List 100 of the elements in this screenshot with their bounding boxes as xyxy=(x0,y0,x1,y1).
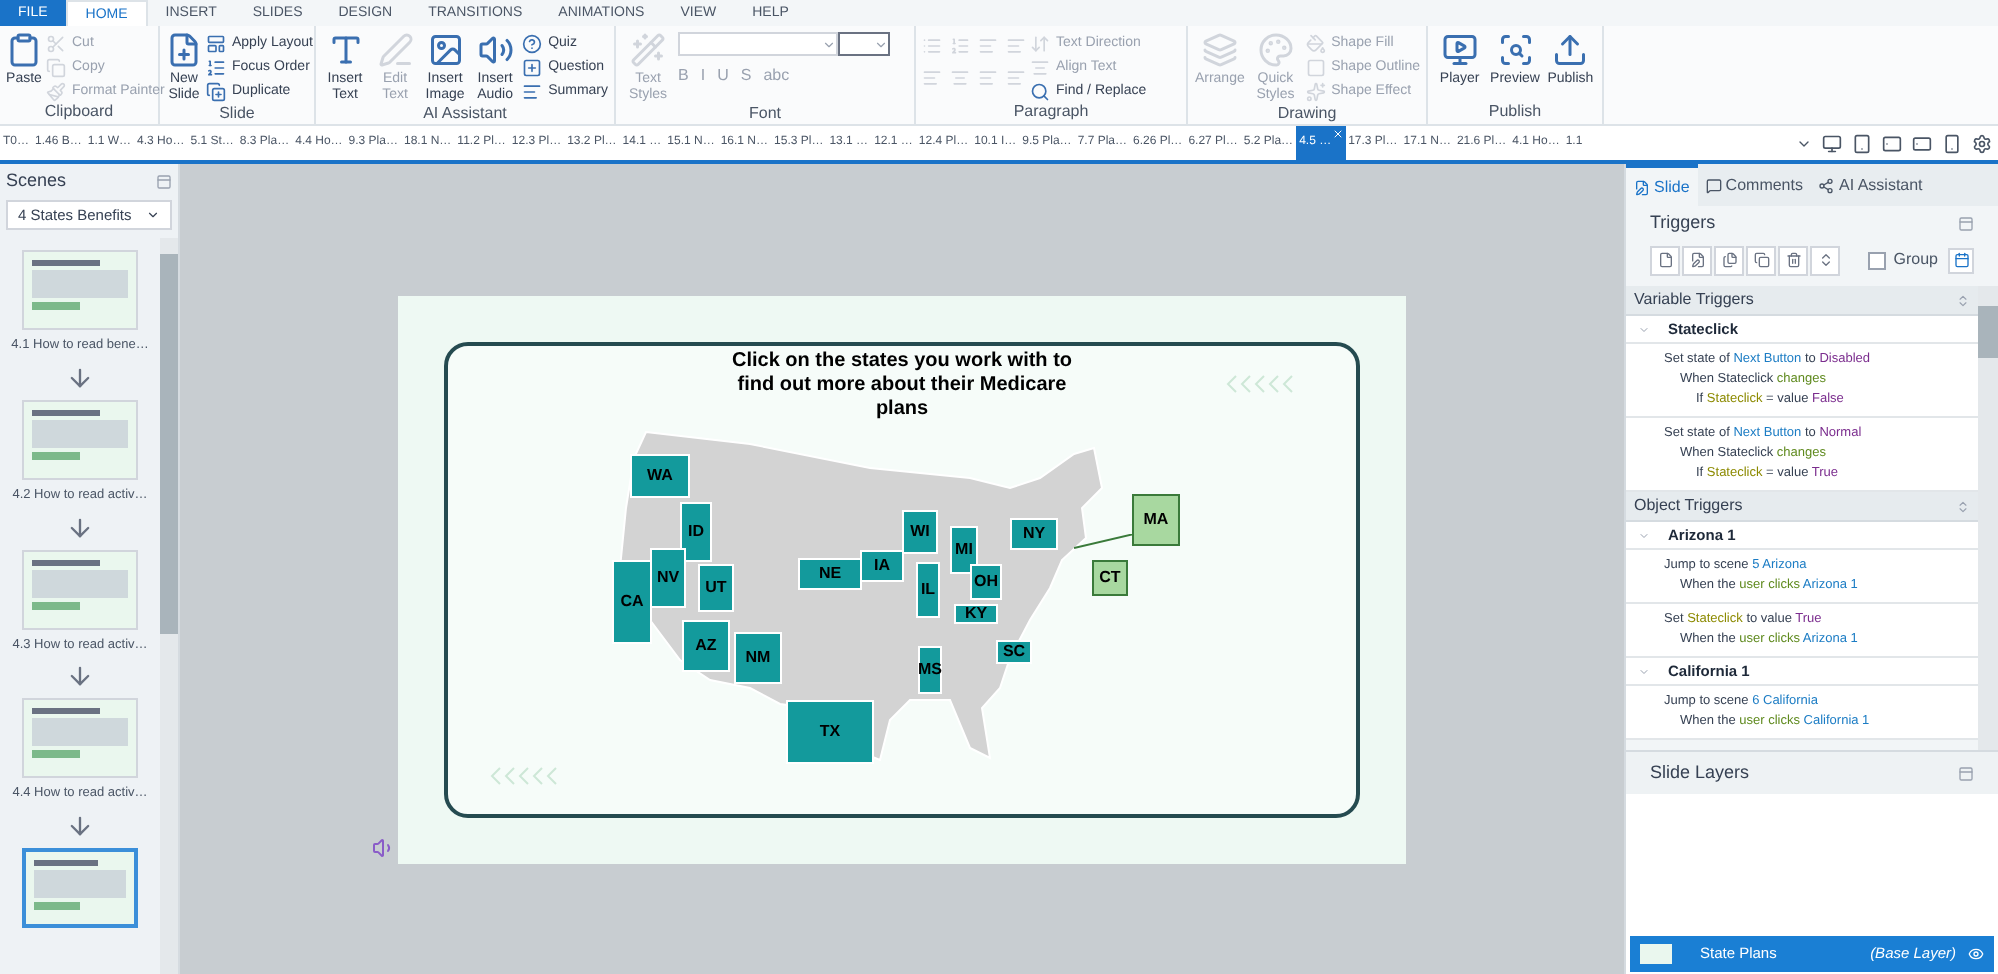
scrollbar[interactable] xyxy=(160,238,178,974)
state-shape[interactable]: NY xyxy=(1010,518,1058,550)
group-label: AI Assistant xyxy=(421,104,509,126)
chevrons-drawing xyxy=(1224,374,1296,394)
group-label: Paragraph xyxy=(1011,102,1091,124)
button-icon xyxy=(46,34,66,54)
button-icon xyxy=(427,32,464,68)
edit-icon xyxy=(1634,179,1650,195)
copy-icon xyxy=(1721,252,1737,268)
button-icon xyxy=(1030,34,1050,54)
speaker-icon[interactable] xyxy=(372,836,396,860)
group-label: Drawing xyxy=(1275,104,1339,126)
state-shape[interactable]: IA xyxy=(860,550,904,582)
button-icon xyxy=(6,32,42,68)
state-shape[interactable]: NE xyxy=(798,558,862,590)
button-icon xyxy=(327,32,363,68)
arrow-down-icon xyxy=(66,363,94,392)
font-size-field[interactable] xyxy=(838,32,890,56)
panel-tab[interactable]: Slide xyxy=(1626,164,1698,206)
leader-line xyxy=(1074,534,1134,550)
caret-icon xyxy=(822,37,836,51)
toolbar-button[interactable] xyxy=(1650,245,1680,275)
button-icon xyxy=(46,58,66,78)
slide-thumbnail[interactable] xyxy=(22,848,138,928)
speech-bubble-icon xyxy=(1705,177,1722,193)
share-icon xyxy=(1818,177,1835,193)
button-icon xyxy=(477,32,514,68)
toolbar-button[interactable] xyxy=(1714,245,1744,275)
paste-icon xyxy=(1753,252,1769,268)
panel-tab[interactable]: Comments xyxy=(1697,164,1811,206)
edit-icon xyxy=(1689,252,1705,268)
slide-heading: Click on the states you work with to find out more about their Medicare plans xyxy=(729,350,1075,422)
panel-tab[interactable]: AI Assistant xyxy=(1810,164,1931,206)
button-icon xyxy=(1441,32,1478,68)
panel-title: Triggers xyxy=(1650,210,1716,237)
eye-icon[interactable] xyxy=(1968,946,1984,962)
state-shape[interactable]: ID xyxy=(680,502,712,562)
section-title: Variable Triggers xyxy=(1634,288,1754,312)
settings-icon[interactable] xyxy=(1972,133,1992,153)
state-callout[interactable]: CT xyxy=(1092,560,1128,596)
toolbar-button[interactable] xyxy=(1746,245,1776,275)
button-icon xyxy=(1030,58,1050,78)
state-shape[interactable]: KY xyxy=(954,604,998,624)
group-label: Publish xyxy=(1486,102,1544,124)
button-icon xyxy=(1305,82,1326,102)
button-icon xyxy=(1552,32,1589,68)
scrollbar[interactable] xyxy=(1978,286,1998,750)
toolbar-button[interactable] xyxy=(1682,245,1712,275)
toolbar-button[interactable] xyxy=(1810,245,1840,275)
caret-icon xyxy=(874,37,888,51)
phone-icon[interactable] xyxy=(1942,133,1962,153)
button-icon xyxy=(1497,32,1533,68)
tablet-icon[interactable] xyxy=(1852,133,1872,153)
panel-title: Scenes xyxy=(6,168,67,195)
button-icon xyxy=(522,58,543,78)
state-shape[interactable]: TX xyxy=(786,700,874,764)
button-icon xyxy=(1305,34,1326,54)
state-shape[interactable]: MI xyxy=(950,526,978,574)
tablet-icon[interactable] xyxy=(1882,133,1902,153)
state-shape[interactable]: OH xyxy=(970,564,1002,600)
button-icon xyxy=(522,82,543,102)
button-icon xyxy=(1201,32,1238,68)
toolbar-button[interactable] xyxy=(1778,245,1808,275)
button-icon xyxy=(1305,58,1326,78)
font-name-field[interactable] xyxy=(678,32,838,56)
button-icon xyxy=(1030,82,1050,102)
up-down-icon xyxy=(1817,252,1833,268)
state-shape[interactable]: CA xyxy=(612,560,652,644)
button-icon xyxy=(166,32,202,68)
trash-icon xyxy=(1785,252,1801,268)
state-shape[interactable]: WI xyxy=(902,510,938,554)
monitor-icon[interactable] xyxy=(1822,133,1842,153)
state-shape[interactable]: NV xyxy=(650,548,686,608)
button-icon xyxy=(1257,32,1294,68)
button-icon xyxy=(377,32,414,68)
button-icon xyxy=(206,34,226,54)
group-label: Slide xyxy=(217,104,257,126)
close-icon[interactable] xyxy=(1331,128,1344,140)
chevrons-drawing xyxy=(488,766,560,786)
calendar-icon xyxy=(1953,252,1969,268)
state-shape[interactable]: IL xyxy=(916,562,940,618)
state-shape[interactable]: NM xyxy=(734,632,782,684)
group-checkbox[interactable] xyxy=(1867,251,1886,269)
checkbox-label: Group xyxy=(1893,248,1938,272)
button-icon xyxy=(522,34,543,54)
button-icon xyxy=(206,82,226,102)
state-shape[interactable]: SC xyxy=(996,640,1032,664)
button-icon xyxy=(46,82,66,102)
caret-icon xyxy=(146,208,160,222)
group-label: Clipboard xyxy=(42,102,116,124)
phone-icon[interactable] xyxy=(1912,133,1932,153)
state-callout[interactable]: MA xyxy=(1132,494,1180,546)
state-shape[interactable]: AZ xyxy=(682,620,730,672)
calendar-button[interactable] xyxy=(1948,247,1974,273)
new-file-icon xyxy=(1657,252,1673,268)
button-icon xyxy=(630,32,666,68)
state-shape[interactable]: WA xyxy=(630,454,690,498)
panel-title: Slide Layers xyxy=(1650,759,1750,786)
state-shape[interactable]: UT xyxy=(698,564,734,612)
button-icon xyxy=(206,58,226,78)
